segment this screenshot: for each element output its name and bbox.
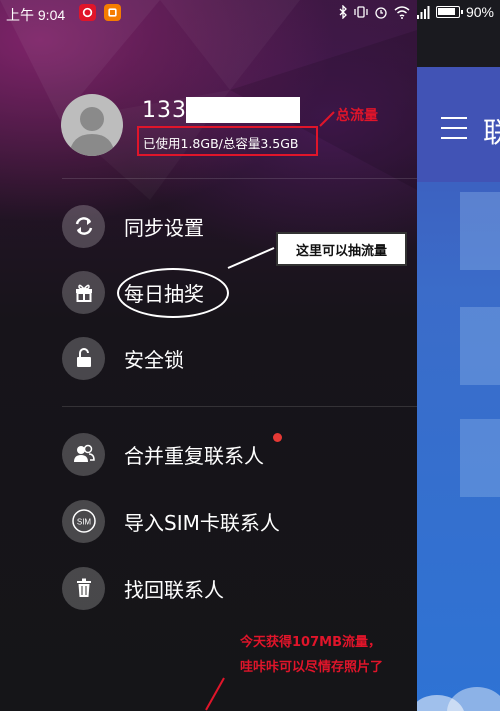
status-bar: 上午 9:04 90%	[0, 0, 500, 26]
sim-card-icon: SIM	[62, 499, 105, 543]
gift-icon	[62, 270, 105, 314]
orange-app-icon	[104, 4, 121, 21]
storage-quota: 已使用1.8GB/总容量3.5GB	[143, 136, 299, 151]
bluetooth-icon	[339, 5, 347, 19]
content-tile[interactable]	[460, 419, 500, 497]
alarm-icon	[375, 7, 387, 19]
battery-icon	[435, 6, 463, 18]
contacts-app-panel[interactable]: 联	[417, 67, 500, 711]
menu-item-recover-contacts[interactable]: 找回联系人	[62, 566, 224, 610]
app-title: 联	[483, 116, 500, 149]
avatar[interactable]	[61, 94, 123, 156]
total-traffic-annotation: 总流量	[336, 108, 378, 124]
menu-item-label: 同步设置	[124, 215, 204, 240]
menu-item-sync-settings[interactable]: 同步设置	[62, 204, 204, 248]
notification-badge	[273, 433, 282, 442]
svg-text:SIM: SIM	[76, 518, 91, 527]
signal-icon	[416, 5, 430, 19]
menu-item-label: 导入SIM卡联系人	[124, 510, 280, 535]
annotation-arrow	[319, 111, 335, 127]
sync-icon	[62, 204, 105, 248]
annotation-pointer-line	[227, 247, 275, 269]
annotation-arrow	[205, 677, 225, 711]
menu-item-label: 合并重复联系人	[124, 443, 264, 468]
battery-percent: 90%	[465, 4, 494, 20]
menu-icon[interactable]	[441, 117, 467, 139]
contacts-merge-icon	[62, 432, 105, 476]
user-silhouette-icon	[69, 107, 115, 156]
vibrate-icon	[354, 6, 368, 18]
lottery-highlight-oval	[117, 268, 229, 318]
lottery-hint-callout: 这里可以抽流量	[276, 232, 407, 266]
phone-redaction	[186, 97, 300, 123]
cloud-decoration	[417, 687, 500, 711]
content-tile[interactable]	[460, 192, 500, 270]
trash-icon	[62, 566, 105, 610]
traffic-gained-annotation-line1: 今天获得107MB流量，	[240, 635, 381, 650]
status-time: 上午 9:04	[6, 7, 66, 23]
menu-item-import-sim-contacts[interactable]: SIM 导入SIM卡联系人	[62, 499, 280, 543]
menu-item-merge-contacts[interactable]: 合并重复联系人	[62, 432, 264, 476]
menu-item-label: 安全锁	[124, 347, 184, 372]
menu-item-security-lock[interactable]: 安全锁	[62, 336, 184, 380]
phone-number: 133	[142, 98, 187, 123]
traffic-gained-annotation-line2: 哇咔咔可以尽情存照片了	[240, 660, 384, 675]
divider	[62, 178, 417, 179]
lock-icon	[62, 336, 105, 380]
app-toolbar: 联	[417, 67, 500, 182]
content-tile[interactable]	[460, 307, 500, 385]
netease-music-icon	[79, 4, 96, 21]
menu-item-label: 找回联系人	[124, 577, 224, 602]
divider	[62, 406, 417, 407]
wifi-icon	[394, 5, 410, 19]
